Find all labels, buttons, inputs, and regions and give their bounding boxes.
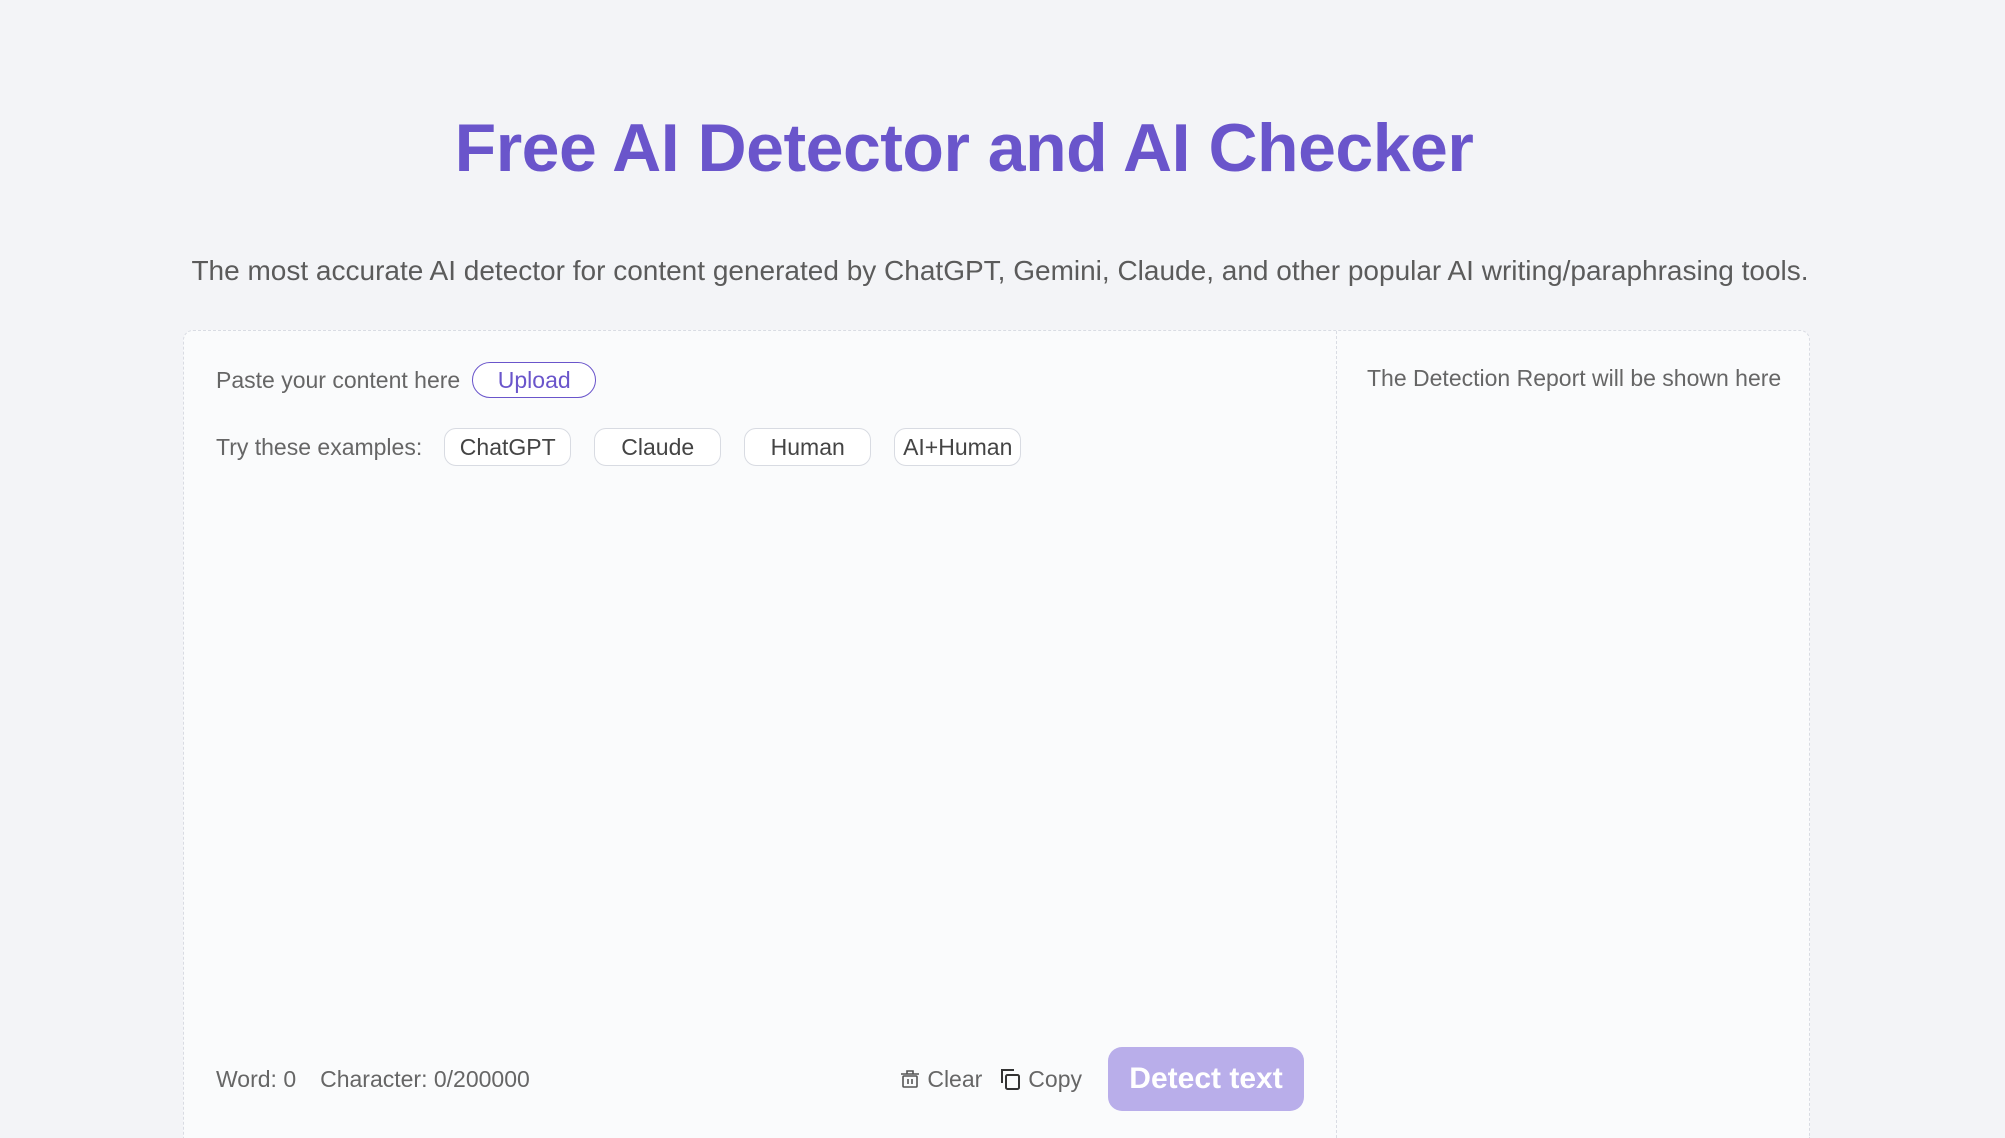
report-placeholder: The Detection Report will be shown here [1367,365,1782,391]
copy-icon [1001,1069,1021,1090]
example-ai-human-button[interactable]: AI+Human [894,428,1022,466]
paste-row: Paste your content here Upload [216,361,597,399]
trash-icon [901,1070,920,1088]
example-chatgpt-button[interactable]: ChatGPT [444,428,572,466]
paste-label: Paste your content here [216,366,461,393]
bottom-bar: Word: 0 Character: 0/200000 Clear Copy D… [216,1047,1304,1111]
report-pane: The Detection Report will be shown here [1337,331,1809,1138]
copy-label: Copy [1028,1065,1082,1092]
input-pane: Paste your content here Upload Try these… [184,331,1337,1138]
content-textarea[interactable] [216,491,1310,1055]
word-count: Word: 0 [216,1065,297,1092]
character-count: Character: 0/200000 [320,1065,530,1092]
example-claude-button[interactable]: Claude [594,428,722,466]
clear-label: Clear [927,1065,983,1092]
example-human-button[interactable]: Human [744,428,872,466]
upload-button[interactable]: Upload [472,362,597,398]
detector-card: Paste your content here Upload Try these… [183,330,1810,1138]
counts: Word: 0 Character: 0/200000 [216,1066,530,1093]
copy-button[interactable]: Copy [998,1066,1082,1093]
examples-label: Try these examples: [216,433,423,460]
page-title: Free AI Detector and AI Checker [454,110,1474,186]
detect-text-button[interactable]: Detect text [1108,1047,1304,1111]
page-subtitle: The most accurate AI detector for conten… [191,255,1809,286]
clear-button[interactable]: Clear [899,1066,982,1093]
examples-row: Try these examples: ChatGPT Claude Human… [216,427,1044,467]
